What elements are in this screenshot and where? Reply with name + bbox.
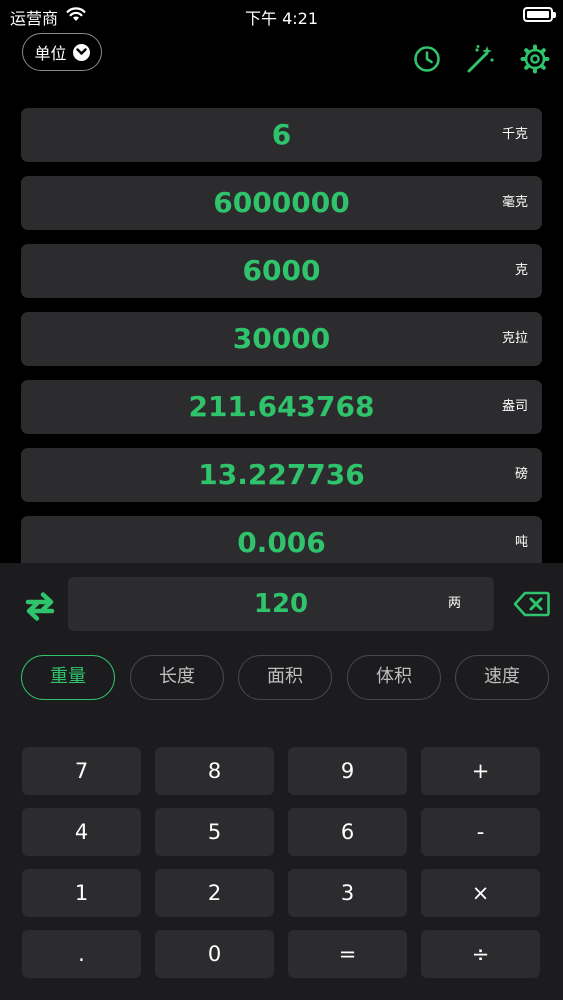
status-bar: 运营商 下午 4:21 [0, 0, 563, 30]
result-value: 30000 [232, 322, 331, 355]
unit-dropdown-label: 单位 [34, 44, 67, 63]
key-1[interactable]: 1 [22, 869, 141, 917]
tab-length[interactable]: 长度 [130, 655, 224, 700]
battery-icon [523, 7, 556, 22]
result-unit: 磅 [514, 467, 528, 482]
key-6[interactable]: 6 [288, 808, 407, 856]
result-value: 6000 [242, 254, 321, 287]
result-row-kilogram[interactable]: 6 千克 [21, 108, 542, 162]
key-3[interactable]: 3 [288, 869, 407, 917]
result-unit: 克拉 [501, 331, 528, 346]
history-icon[interactable] [412, 44, 442, 74]
result-row-ton[interactable]: 0.006 吨 [21, 516, 542, 565]
tab-volume[interactable]: 体积 [347, 655, 441, 700]
result-unit: 毫克 [501, 195, 528, 210]
key-7[interactable]: 7 [22, 747, 141, 795]
tab-area[interactable]: 面积 [238, 655, 332, 700]
result-unit: 千克 [501, 127, 528, 142]
swap-icon[interactable] [24, 590, 56, 622]
unit-dropdown-button[interactable]: 单位 [22, 33, 102, 71]
result-value: 6 [271, 118, 292, 151]
key-decimal[interactable]: . [22, 930, 141, 978]
key-0[interactable]: 0 [155, 930, 274, 978]
result-row-milligram[interactable]: 6000000 毫克 [21, 176, 542, 230]
result-value: 13.227736 [198, 458, 365, 491]
result-row-gram[interactable]: 6000 克 [21, 244, 542, 298]
key-4[interactable]: 4 [22, 808, 141, 856]
input-value: 120 [253, 589, 309, 619]
input-panel: 120 两 重量 长度 面积 体积 速度 7 8 9 + 4 5 6 - 1 2… [0, 563, 563, 1000]
result-unit: 吨 [514, 535, 528, 550]
result-value: 6000000 [213, 186, 350, 219]
status-time: 下午 4:21 [244, 9, 319, 28]
key-minus[interactable]: - [421, 808, 540, 856]
key-plus[interactable]: + [421, 747, 540, 795]
key-5[interactable]: 5 [155, 808, 274, 856]
conversion-results-list[interactable]: 6 千克 6000000 毫克 6000 克 30000 克拉 211.6437… [21, 108, 542, 565]
key-equals[interactable]: = [288, 930, 407, 978]
tab-weight[interactable]: 重量 [21, 655, 115, 700]
input-field[interactable]: 120 两 [68, 577, 494, 631]
result-value: 0.006 [237, 526, 326, 559]
backspace-icon[interactable] [513, 591, 550, 617]
result-unit: 盎司 [501, 399, 528, 414]
key-multiply[interactable]: × [421, 869, 540, 917]
result-value: 211.643768 [188, 390, 375, 423]
input-unit[interactable]: 两 [448, 577, 461, 631]
chevron-down-icon [72, 43, 90, 61]
tab-speed[interactable]: 速度 [455, 655, 549, 700]
result-row-ounce[interactable]: 211.643768 盎司 [21, 380, 542, 434]
result-row-carat[interactable]: 30000 克拉 [21, 312, 542, 366]
key-9[interactable]: 9 [288, 747, 407, 795]
key-2[interactable]: 2 [155, 869, 274, 917]
key-8[interactable]: 8 [155, 747, 274, 795]
result-unit: 克 [514, 263, 528, 278]
key-divide[interactable]: ÷ [421, 930, 540, 978]
settings-icon[interactable] [520, 44, 550, 74]
magic-wand-icon[interactable] [466, 44, 496, 74]
result-row-pound[interactable]: 13.227736 磅 [21, 448, 542, 502]
